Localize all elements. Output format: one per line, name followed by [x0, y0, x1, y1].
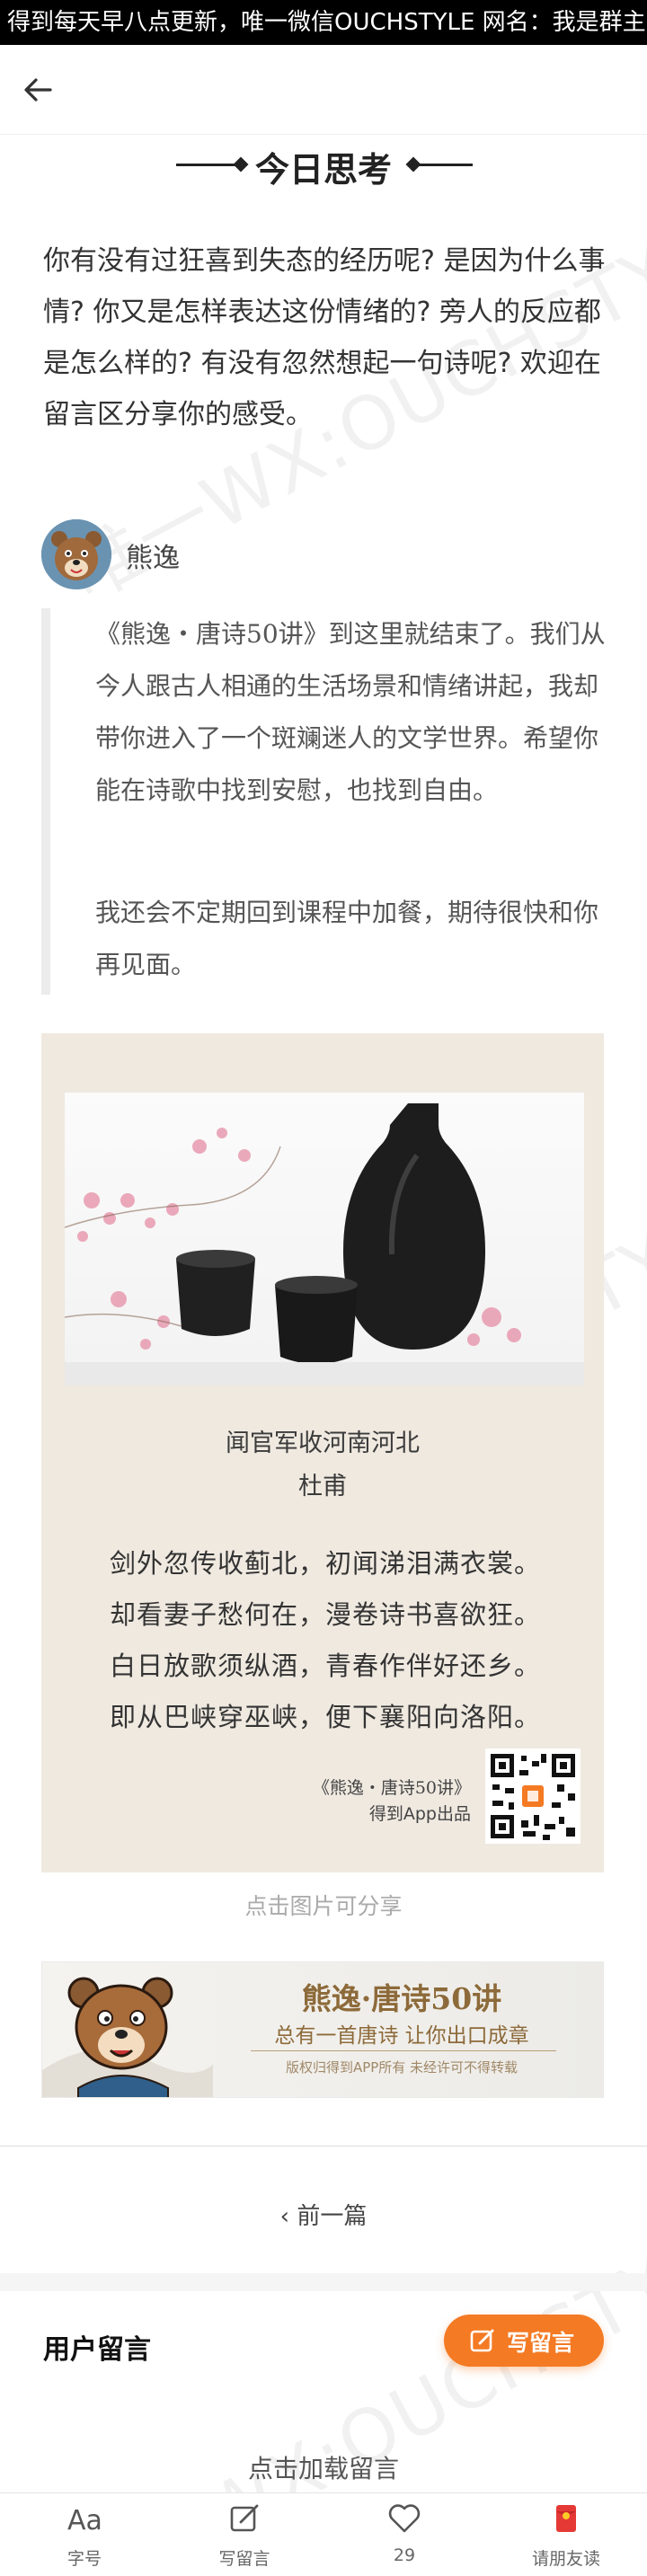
- section-header: 今日思考: [0, 135, 647, 198]
- write-comment-tab-label: 写留言: [218, 2549, 270, 2569]
- sake-set-illustration: [65, 1103, 584, 1385]
- edit-icon: [470, 2329, 494, 2352]
- poem-title: 闻官军收河南河北: [226, 1430, 420, 1457]
- quote-paragraph: 《熊逸・唐诗50讲》到这里就结束了。我们从今人跟古人相通的生活场景和情绪讲起，我…: [95, 619, 606, 805]
- section-title: 今日思考: [254, 149, 392, 190]
- poem-brand-label: 得到App出品: [368, 1804, 471, 1824]
- poem-line: 却看妻子愁何在，漫卷诗书喜欲狂。: [110, 1599, 542, 1630]
- course-banner[interactable]: 熊逸·唐诗50讲 总有一首唐诗 让你出口成章 版权归得到APP所有 未经许可不得…: [41, 1961, 604, 2098]
- author-quote: 《熊逸・唐诗50讲》到这里就结束了。我们从今人跟古人相通的生活场景和情绪讲起，我…: [41, 608, 607, 995]
- section-gap: [0, 2273, 647, 2291]
- poem-line: 白日放歌须纵酒，青春作伴好还乡。: [110, 1651, 542, 1681]
- banner-copyright: 版权归得到APP所有 未经许可不得转载: [285, 2059, 518, 2076]
- author-name[interactable]: 熊逸: [126, 536, 180, 575]
- sake-photo: [65, 1093, 584, 1385]
- banner-title: 熊逸·唐诗50讲: [301, 1981, 502, 2016]
- poem-card-image[interactable]: 闻官军收河南河北 杜甫 剑外忽传收蓟北，初闻涕泪满衣裳。 却看妻子愁何在，漫卷诗…: [41, 1033, 604, 1872]
- bear-mascot-icon: [42, 1977, 213, 2097]
- invite-friend-button[interactable]: 请朋友读: [503, 2493, 629, 2576]
- divider: [0, 2146, 647, 2147]
- comments-title: 用户留言: [43, 2334, 151, 2366]
- bear-avatar-icon: [41, 519, 111, 589]
- font-size-label: 字号: [66, 2549, 102, 2569]
- nav-bar: [0, 45, 647, 135]
- question-text: 你有没有过狂喜到失态的经历呢? 是因为什么事情? 你又是怎样表达这份情绪的? 旁…: [43, 245, 606, 430]
- edit-icon: [230, 2504, 259, 2532]
- invite-friend-label: 请朋友读: [531, 2549, 600, 2569]
- like-count: 29: [393, 2545, 416, 2565]
- avatar[interactable]: [41, 519, 111, 589]
- red-envelope-icon: [556, 2505, 576, 2532]
- quote-paragraph: 我还会不定期回到课程中加餐，期待很快和你再见面。: [95, 898, 599, 979]
- font-size-button[interactable]: Aa 字号: [22, 2493, 147, 2576]
- svg-text:Aa: Aa: [67, 2505, 102, 2536]
- banner-subtitle: 总有一首唐诗 让你出口成章: [274, 2024, 529, 2048]
- share-hint: 点击图片可分享: [244, 1893, 403, 1919]
- top-banner: 得到每天早八点更新，唯一微信OUCHSTYLE 网名：我是群主: [0, 0, 647, 45]
- heart-icon: [388, 2504, 421, 2533]
- poem-line: 即从巴峡穿巫峡，便下襄阳向洛阳。: [110, 1702, 542, 1732]
- divider: [251, 2050, 556, 2051]
- qr-code-icon: [485, 1748, 581, 1844]
- poem-course-label: 《熊逸・唐诗50讲》: [312, 1778, 471, 1798]
- divider: [410, 164, 473, 166]
- write-comment-button[interactable]: 写留言: [444, 2315, 604, 2367]
- font-size-icon: Aa: [67, 2505, 102, 2536]
- poem-line: 剑外忽传收蓟北，初闻涕泪满衣裳。: [110, 1548, 542, 1579]
- like-button[interactable]: 29: [341, 2493, 467, 2576]
- write-comment-label: 写留言: [507, 2330, 575, 2356]
- back-arrow-icon[interactable]: [20, 72, 56, 108]
- bottom-toolbar: Aa 字号 写留言 29 请朋友读: [0, 2492, 647, 2576]
- write-comment-tab[interactable]: 写留言: [182, 2493, 307, 2576]
- poem-author: 杜甫: [298, 1473, 347, 1500]
- previous-article-link[interactable]: ‹ 前一篇: [0, 2198, 647, 2231]
- load-comments-link[interactable]: 点击加载留言: [0, 2449, 647, 2485]
